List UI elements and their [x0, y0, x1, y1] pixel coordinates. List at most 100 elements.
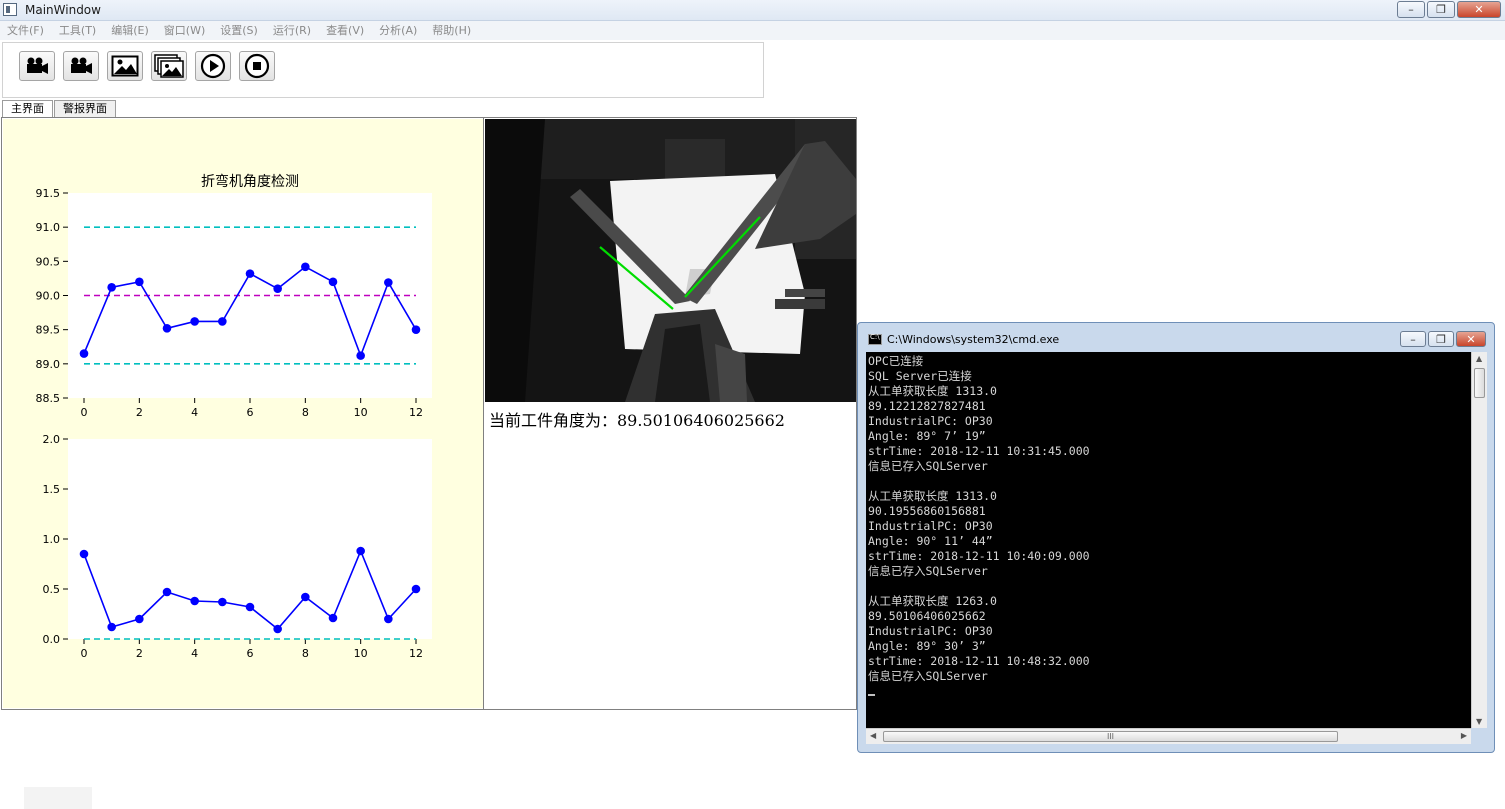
menu-edit[interactable]: 编辑(E) — [111, 21, 149, 40]
toolbar — [2, 42, 764, 98]
cmd-hscroll-thumb[interactable]: III — [883, 731, 1338, 742]
image-icon — [111, 55, 139, 77]
x-tick-label: 6 — [247, 406, 254, 419]
scroll-right-icon[interactable]: ▶ — [1461, 731, 1467, 740]
data-point — [411, 325, 421, 334]
images-icon — [154, 54, 184, 78]
cmd-vscroll-thumb[interactable] — [1474, 368, 1485, 398]
data-point — [190, 596, 199, 606]
data-point — [328, 277, 338, 287]
menu-analyze[interactable]: 分析(A) — [379, 21, 417, 40]
console-line: OPC已连接 — [868, 354, 924, 368]
y-tick-label: 91.0 — [36, 221, 61, 234]
angle-charts: 折弯机角度检测 88.5 89.0 89.5 90.0 90.5 91.0 91.5 0 2 4 6 8… — [36, 173, 432, 660]
cmd-close-button[interactable]: ✕ — [1456, 331, 1486, 347]
cmd-window-controls: – ❐ ✕ — [1400, 331, 1486, 347]
close-button[interactable]: ✕ — [1457, 1, 1501, 18]
data-point — [218, 317, 227, 326]
camera-1-button[interactable] — [19, 51, 55, 81]
video-camera-icon — [27, 57, 48, 74]
data-point — [384, 614, 393, 624]
cmd-title: C:\Windows\system32\cmd.exe — [887, 333, 1060, 346]
main-window-titlebar[interactable]: MainWindow – ❐ ✕ — [0, 0, 1505, 21]
current-angle-label: 当前工件角度为：89.50106406025662 — [489, 411, 785, 430]
window-controls: – ❐ ✕ — [1397, 1, 1501, 18]
console-line: 信息已存入SQLServer — [868, 564, 988, 578]
menu-view[interactable]: 查看(V) — [326, 21, 364, 40]
panel-divider — [483, 118, 484, 709]
x-tick-label: 10 — [354, 406, 368, 419]
gallery-button[interactable] — [151, 51, 187, 81]
x-tick-label: 10 — [354, 647, 368, 660]
play-icon — [200, 53, 226, 79]
console-output[interactable]: OPC已连接 SQL Server已连接 从工单获取长度 1313.0 89.1221… — [866, 352, 1471, 728]
cmd-maximize-button[interactable]: ❐ — [1428, 331, 1454, 347]
scroll-left-icon[interactable]: ◀ — [870, 731, 876, 740]
minimize-button[interactable]: – — [1397, 1, 1425, 18]
chart-title: 折弯机角度检测 — [201, 173, 299, 190]
data-point — [162, 324, 172, 333]
scroll-up-icon[interactable]: ▲ — [1476, 354, 1482, 363]
console-line: strTime: 2018-12-11 10:31:45.000 — [868, 444, 1090, 458]
cmd-minimize-button[interactable]: – — [1400, 331, 1426, 347]
y-tick-label: 0.0 — [43, 633, 61, 646]
stop-button[interactable] — [239, 51, 275, 81]
data-point — [328, 613, 338, 623]
console-line: 89.12212827827481 — [868, 399, 986, 413]
menu-run[interactable]: 运行(R) — [273, 21, 311, 40]
cmd-window[interactable]: C:\Windows\system32\cmd.exe – ❐ ✕ OPC已连接… — [857, 322, 1495, 753]
console-line: SQL Server已连接 — [868, 369, 972, 383]
console-line: 89.50106406025662 — [868, 609, 986, 623]
menu-help[interactable]: 帮助(H) — [432, 21, 471, 40]
y-tick-label: 90.0 — [36, 290, 61, 303]
camera-image — [485, 119, 856, 402]
main-panel: 折弯机角度检测 88.5 89.0 89.5 90.0 90.5 91.0 91.5 0 2 4 6 8… — [1, 117, 857, 710]
stop-icon — [244, 53, 270, 79]
play-button[interactable] — [195, 51, 231, 81]
x-tick-label: 4 — [191, 406, 198, 419]
tab-main[interactable]: 主界面 — [2, 100, 53, 118]
console-cursor — [868, 694, 875, 696]
data-point — [273, 624, 282, 634]
data-point — [107, 622, 116, 632]
x-tick-label: 0 — [81, 406, 88, 419]
data-point — [107, 283, 116, 292]
cmd-titlebar[interactable]: C:\Windows\system32\cmd.exe – ❐ ✕ — [858, 323, 1494, 352]
y-tick-label: 89.0 — [36, 358, 61, 371]
data-point — [79, 549, 89, 559]
maximize-button[interactable]: ❐ — [1427, 1, 1455, 18]
data-point — [162, 587, 172, 597]
tab-alarm[interactable]: 警报界面 — [54, 100, 116, 117]
y-tick-label: 1.0 — [43, 533, 61, 546]
cmd-icon — [868, 333, 882, 345]
y-tick-label: 89.5 — [36, 324, 61, 337]
scroll-down-icon[interactable]: ▼ — [1476, 717, 1482, 726]
data-point — [135, 277, 144, 287]
cmd-vertical-scrollbar[interactable]: ▲ ▼ — [1471, 352, 1487, 728]
camera-2-button[interactable] — [63, 51, 99, 81]
menu-window[interactable]: 窗口(W) — [164, 21, 205, 40]
data-point — [384, 278, 393, 287]
menu-bar: 文件(F) 工具(T) 编辑(E) 窗口(W) 设置(S) 运行(R) 查看(V… — [0, 21, 1505, 40]
app-icon — [3, 3, 17, 16]
data-point — [356, 351, 365, 360]
console-line: strTime: 2018-12-11 10:40:09.000 — [868, 549, 1090, 563]
console-line: 信息已存入SQLServer — [868, 459, 988, 473]
camera-view — [485, 119, 856, 402]
menu-settings[interactable]: 设置(S) — [220, 21, 258, 40]
x-tick-label: 8 — [302, 647, 309, 660]
console-line: Angle: 89° 30’ 3” — [868, 639, 986, 653]
data-point — [301, 262, 310, 272]
x-tick-label: 12 — [409, 647, 423, 660]
data-point — [190, 317, 199, 326]
console-line: 信息已存入SQLServer — [868, 669, 988, 683]
cmd-horizontal-scrollbar[interactable]: ◀ III ▶ — [866, 728, 1471, 744]
x-tick-label: 12 — [409, 406, 423, 419]
console-line: IndustrialPC: OP30 — [868, 624, 993, 638]
tab-bar: 主界面 警报界面 — [2, 100, 117, 118]
taskbar-ghost — [24, 787, 92, 809]
console-line: IndustrialPC: OP30 — [868, 519, 993, 533]
image-button[interactable] — [107, 51, 143, 81]
menu-file[interactable]: 文件(F) — [7, 21, 44, 40]
menu-tools[interactable]: 工具(T) — [59, 21, 96, 40]
